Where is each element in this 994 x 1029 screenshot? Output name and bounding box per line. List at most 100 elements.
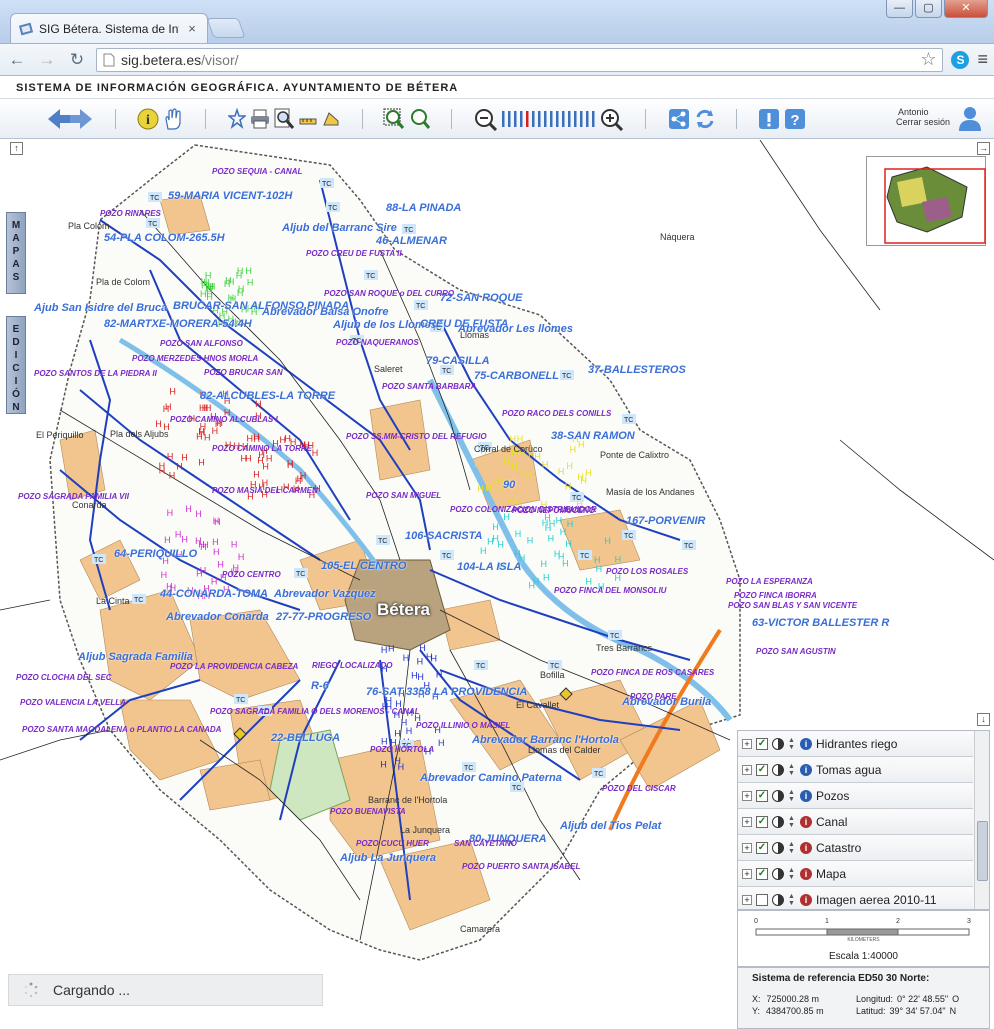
hydrant-marker[interactable]: H <box>245 453 252 463</box>
layer-visibility-checkbox[interactable]: ✓ <box>756 841 768 854</box>
layer-info-icon[interactable]: i <box>800 893 812 906</box>
help-icon[interactable]: ? <box>784 107 806 131</box>
hydrant-marker[interactable]: H <box>565 482 572 492</box>
hydrant-marker[interactable]: H <box>200 565 207 575</box>
hydrant-marker[interactable]: H <box>401 718 408 728</box>
hydrant-marker[interactable]: H <box>236 271 243 281</box>
hydrant-marker[interactable]: H <box>247 277 254 287</box>
hydrant-marker[interactable]: H <box>562 558 569 568</box>
zoom-level-tick[interactable] <box>538 111 541 127</box>
hydrant-marker[interactable]: H <box>529 580 536 590</box>
hydrant-marker[interactable]: H <box>417 672 424 682</box>
maximize-button[interactable]: ▢ <box>915 0 942 18</box>
hydrant-marker[interactable]: H <box>430 653 437 663</box>
layer-visibility-checkbox[interactable] <box>756 893 768 906</box>
hydrant-marker[interactable]: H <box>511 461 518 471</box>
hydrant-marker[interactable]: H <box>159 465 166 475</box>
layer-order-arrows-icon[interactable]: ▲ ▼ <box>788 789 796 803</box>
hydrant-marker[interactable]: H <box>419 643 426 653</box>
hydrant-marker[interactable]: H <box>567 519 574 529</box>
hydrant-marker[interactable]: H <box>604 536 611 546</box>
layer-visibility-checkbox[interactable]: ✓ <box>756 737 768 750</box>
hydrant-marker[interactable]: H <box>238 552 245 562</box>
back-arrow-icon[interactable]: ← <box>6 49 28 71</box>
zoom-level-tick[interactable] <box>550 111 553 127</box>
refresh-icon[interactable] <box>694 107 716 131</box>
zoom-level-tick[interactable] <box>574 111 577 127</box>
zoom-level-tick[interactable] <box>532 111 535 127</box>
hydrant-marker[interactable]: H <box>200 289 207 299</box>
hydrant-marker[interactable]: H <box>167 452 174 462</box>
zoom-level-tick[interactable] <box>562 111 565 127</box>
hydrant-marker[interactable]: H <box>543 572 550 582</box>
zoom-level-tick[interactable] <box>520 111 523 127</box>
hydrant-marker[interactable]: H <box>580 475 587 485</box>
share-icon[interactable] <box>668 107 690 131</box>
hydrant-marker[interactable]: H <box>566 461 573 471</box>
expand-layer-icon[interactable]: + <box>742 790 752 801</box>
pan-hand-icon[interactable] <box>162 107 184 131</box>
expand-layer-icon[interactable]: + <box>742 816 752 827</box>
user-avatar-icon[interactable] <box>958 105 982 131</box>
hydrant-marker[interactable]: H <box>486 483 493 493</box>
zoom-level-tick[interactable] <box>544 111 547 127</box>
hydrant-marker[interactable]: H <box>202 403 209 413</box>
hydrant-marker[interactable]: H <box>398 762 405 772</box>
layer-opacity-icon[interactable] <box>772 789 784 802</box>
layer-opacity-icon[interactable] <box>772 815 784 828</box>
zoom-level-tick[interactable] <box>508 111 511 127</box>
zoom-level-tick[interactable] <box>514 111 517 127</box>
layer-info-icon[interactable]: i <box>800 815 812 828</box>
zoom-level-tick[interactable] <box>502 111 505 127</box>
layer-opacity-icon[interactable] <box>772 841 784 854</box>
layer-order-arrows-icon[interactable]: ▲ ▼ <box>788 815 796 829</box>
layer-opacity-icon[interactable] <box>772 893 784 906</box>
zoom-level-tick[interactable] <box>556 111 559 127</box>
hydrant-marker[interactable]: H <box>615 555 622 565</box>
zoom-full-extent-icon[interactable] <box>409 107 431 131</box>
info-icon[interactable]: i <box>137 107 159 131</box>
layer-row[interactable]: + ▲ ▼ i Imagen aerea 2010-11 <box>738 887 973 909</box>
hydrant-marker[interactable]: H <box>594 555 601 565</box>
layer-list-scrollbar[interactable] <box>974 731 989 909</box>
collapse-down-icon[interactable]: ↓ <box>977 713 990 726</box>
hydrant-marker[interactable]: H <box>155 419 162 429</box>
layer-visibility-checkbox[interactable]: ✓ <box>756 867 768 880</box>
collapse-up-icon[interactable]: ↑ <box>10 142 23 155</box>
hydrant-marker[interactable]: H <box>214 517 221 527</box>
hydrant-marker[interactable]: H <box>480 546 487 556</box>
zoom-in-icon[interactable] <box>600 107 624 131</box>
hydrant-marker[interactable]: H <box>394 729 401 739</box>
hydrant-marker[interactable]: H <box>231 539 238 549</box>
hydrant-marker[interactable]: H <box>253 432 260 442</box>
minimize-button[interactable]: — <box>886 0 913 18</box>
hydrant-marker[interactable]: H <box>169 471 176 481</box>
browser-menu-icon[interactable]: ≡ <box>977 49 988 70</box>
zoom-level-tick[interactable] <box>568 111 571 127</box>
hydrant-marker[interactable]: H <box>164 535 171 545</box>
print-icon[interactable] <box>249 107 271 131</box>
hydrant-marker[interactable]: H <box>388 644 395 654</box>
hydrant-marker[interactable]: H <box>596 564 603 574</box>
layer-row[interactable]: + ✓ ▲ ▼ i Pozos <box>738 783 973 809</box>
hydrant-marker[interactable]: H <box>527 535 534 545</box>
forward-arrow-icon[interactable]: → <box>36 49 58 71</box>
hydrant-marker[interactable]: H <box>570 444 577 454</box>
layer-order-arrows-icon[interactable]: ▲ ▼ <box>788 867 796 881</box>
expand-layer-icon[interactable]: + <box>742 868 752 879</box>
edicion-side-tab[interactable]: E D I C I Ó N <box>6 316 26 414</box>
hydrant-marker[interactable]: H <box>438 738 445 748</box>
expand-layer-icon[interactable]: + <box>742 894 752 905</box>
hydrant-marker[interactable]: H <box>474 459 481 469</box>
hydrant-marker[interactable]: H <box>212 537 219 547</box>
hydrant-marker[interactable]: H <box>548 534 555 544</box>
expand-layer-icon[interactable]: + <box>742 738 752 749</box>
measure-area-icon[interactable] <box>321 107 341 131</box>
search-document-icon[interactable] <box>273 107 295 131</box>
hydrant-marker[interactable]: H <box>565 539 572 549</box>
skype-extension-icon[interactable]: S <box>951 50 970 69</box>
close-window-button[interactable]: ✕ <box>944 0 988 18</box>
layer-info-icon[interactable]: i <box>800 737 812 750</box>
hydrant-marker[interactable]: H <box>515 529 522 539</box>
logout-link[interactable]: Cerrar sesión <box>896 117 950 127</box>
